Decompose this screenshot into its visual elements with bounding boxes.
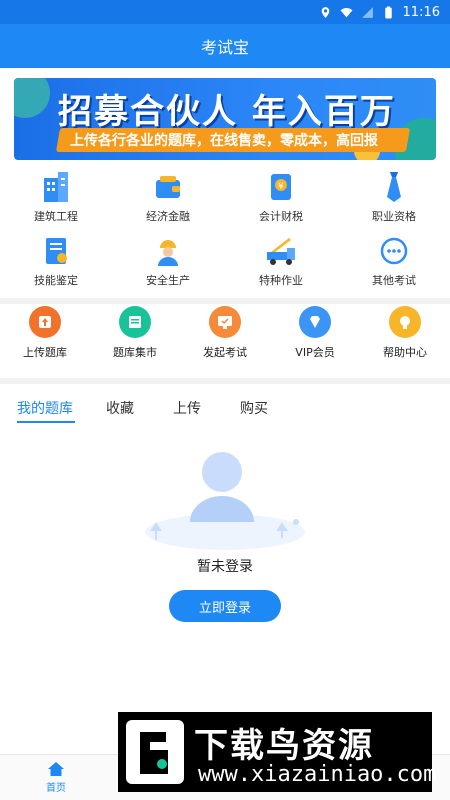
category-label: 会计财税 (259, 210, 303, 223)
clipboard-icon (46, 238, 67, 264)
tab-my-banks[interactable]: 我的题库 (17, 398, 73, 418)
section-divider (0, 378, 450, 384)
app-title: 考试宝 (200, 38, 249, 57)
category-qualification[interactable]: 职业资格 (338, 170, 450, 234)
home-icon (48, 762, 64, 776)
more-icon (380, 237, 408, 265)
tab-upload[interactable]: 上传 (173, 398, 201, 418)
category-other[interactable]: 其他考试 (338, 234, 450, 298)
login-button[interactable]: 立即登录 (169, 590, 281, 622)
market-icon (119, 306, 151, 338)
category-label: 经济金融 (146, 210, 190, 223)
category-grid: 建筑工程 经济金融 ¥ 会计财税 职业资格 技能鉴定 安全生产 特种作业 其他考… (0, 170, 450, 298)
category-label: 其他考试 (372, 274, 416, 287)
banner-subline: 上传各行各业的题库，在线售卖，零成本，高回报 (70, 133, 378, 149)
bird-logo-icon (126, 720, 184, 784)
tie-icon (387, 172, 401, 202)
category-skill[interactable]: 技能鉴定 (0, 234, 112, 298)
action-label: 上传题库 (23, 346, 67, 359)
tab-favorites[interactable]: 收藏 (106, 398, 134, 418)
wifi-icon (340, 7, 352, 17)
section-divider (0, 298, 450, 304)
user-avatar-icon (145, 452, 305, 550)
category-label: 建筑工程 (34, 210, 78, 223)
wallet-icon (156, 176, 180, 198)
signal-icon (361, 6, 373, 18)
battery-icon (384, 6, 392, 18)
bulb-icon (389, 306, 421, 338)
action-grid: 上传题库 题库集市 发起考试 VIP会员 帮助中心 (0, 306, 450, 376)
watermark-overlay: 下载鸟资源 www.xiazainiao.com (118, 712, 436, 792)
category-building[interactable]: 建筑工程 (0, 170, 112, 234)
diamond-icon (299, 306, 331, 338)
category-accounting[interactable]: ¥ 会计财税 (225, 170, 337, 234)
watermark-title: 下载鸟资源 (194, 726, 374, 766)
status-bar: 11:16 (0, 0, 450, 24)
promo-banner[interactable]: 招募合伙人 年入百万 上传各行各业的题库，在线售卖，零成本，高回报 (14, 78, 436, 160)
banner-headline: 招募合伙人 年入百万 (58, 92, 396, 132)
exam-icon (209, 306, 241, 338)
nav-label: 首页 (46, 783, 66, 794)
category-label: 特种作业 (259, 274, 303, 287)
money-icon: ¥ (271, 174, 291, 200)
category-label: 安全生产 (146, 274, 190, 287)
action-label: VIP会员 (295, 346, 335, 359)
watermark-url: www.xiazainiao.com (198, 762, 437, 787)
building-icon (44, 172, 68, 202)
action-label: 发起考试 (203, 346, 247, 359)
library-tabs: 我的题库 收藏 上传 购买 (0, 390, 450, 426)
app-bar: 考试宝 (0, 24, 450, 68)
vip-button[interactable]: VIP会员 (270, 306, 360, 372)
helmet-worker-icon (158, 240, 178, 266)
not-logged-in-text: 暂未登录 (197, 559, 253, 575)
leaf-decoration (14, 78, 50, 118)
start-exam-button[interactable]: 发起考试 (180, 306, 270, 372)
action-label: 题库集市 (113, 346, 157, 359)
nav-home[interactable]: 首页 (0, 761, 112, 794)
category-finance[interactable]: 经济金融 (112, 170, 224, 234)
upload-icon (29, 306, 61, 338)
active-tab-indicator (17, 421, 75, 423)
location-icon (321, 6, 329, 18)
crane-truck-icon (267, 238, 295, 265)
svg-text:¥: ¥ (278, 182, 284, 192)
category-special-ops[interactable]: 特种作业 (225, 234, 337, 298)
empty-state-illustration (140, 448, 310, 552)
upload-bank-button[interactable]: 上传题库 (0, 306, 90, 372)
tab-purchase[interactable]: 购买 (240, 398, 268, 418)
status-time: 11:16 (402, 4, 440, 20)
category-label: 职业资格 (372, 210, 416, 223)
category-label: 技能鉴定 (34, 274, 78, 287)
category-safety[interactable]: 安全生产 (112, 234, 224, 298)
help-center-button[interactable]: 帮助中心 (360, 306, 450, 372)
bank-market-button[interactable]: 题库集市 (90, 306, 180, 372)
action-label: 帮助中心 (383, 346, 427, 359)
